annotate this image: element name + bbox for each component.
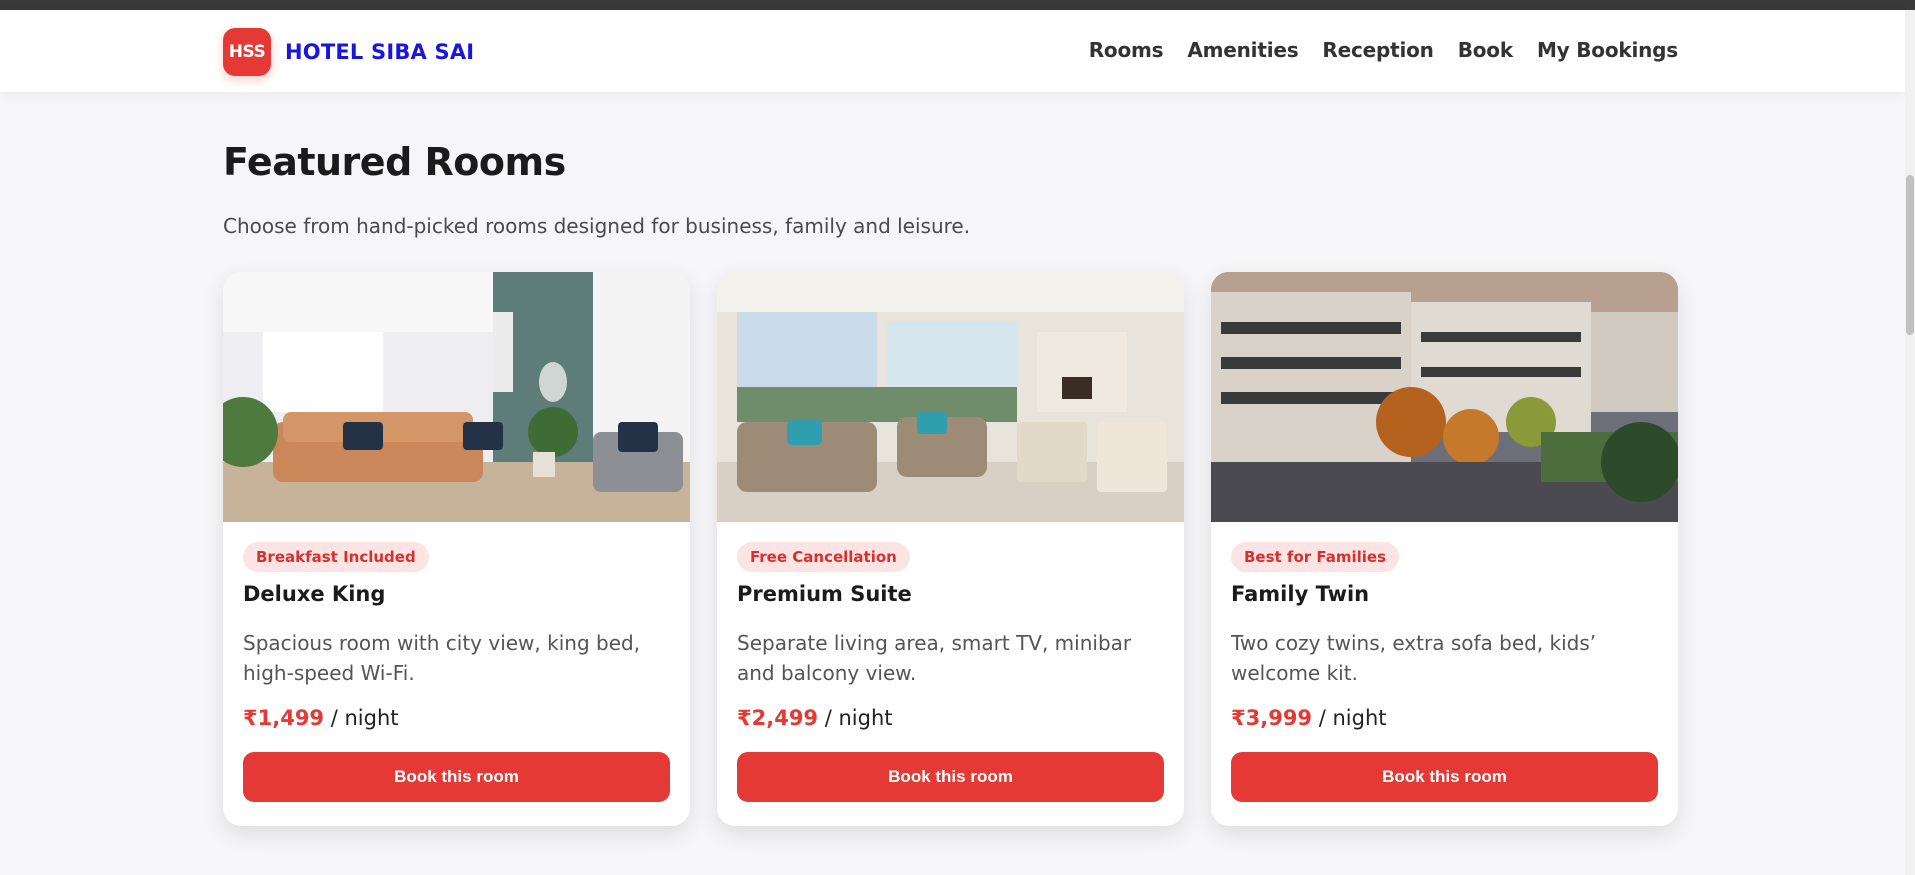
nav-amenities[interactable]: Amenities: [1187, 38, 1298, 62]
book-room-button[interactable]: Book this room: [1231, 752, 1658, 802]
room-card-premium-suite: Free Cancellation Premium Suite Separate…: [717, 272, 1184, 826]
room-badge: Free Cancellation: [737, 542, 910, 572]
price-row: ₹3,999 / night: [1231, 706, 1658, 730]
room-description: Two cozy twins, extra sofa bed, kids’ we…: [1231, 631, 1597, 685]
room-badge: Breakfast Included: [243, 542, 429, 572]
hotel-exterior-photo: [1211, 272, 1678, 522]
price-row: ₹2,499 / night: [737, 706, 1164, 730]
room-cards: Breakfast Included Deluxe King Spacious …: [223, 272, 1678, 826]
price-unit: / night: [824, 706, 893, 730]
room-name: Family Twin: [1231, 582, 1370, 606]
room-description: Spacious room with city view, king bed, …: [243, 631, 641, 685]
nav-my-bookings[interactable]: My Bookings: [1537, 38, 1678, 62]
nav-rooms[interactable]: Rooms: [1089, 38, 1164, 62]
room-description: Separate living area, smart TV, minibar …: [737, 631, 1132, 685]
room-photo-suite: [717, 272, 1184, 522]
nav-reception[interactable]: Reception: [1322, 38, 1433, 62]
navbar: HSS HOTEL SIBA SAI Rooms Amenities Recep…: [0, 10, 1905, 92]
price-unit: / night: [330, 706, 399, 730]
book-room-button[interactable]: Book this room: [737, 752, 1164, 802]
room-name: Deluxe King: [243, 582, 386, 606]
brand-name: HOTEL SIBA SAI: [285, 40, 475, 64]
room-price: ₹2,499: [737, 706, 819, 730]
book-room-button[interactable]: Book this room: [243, 752, 670, 802]
room-card-deluxe-king: Breakfast Included Deluxe King Spacious …: [223, 272, 690, 826]
room-price: ₹3,999: [1231, 706, 1313, 730]
page-scrollbar[interactable]: [1905, 10, 1915, 875]
room-photo-living-room: [223, 272, 690, 522]
scrollbar-thumb[interactable]: [1906, 175, 1914, 335]
room-price: ₹1,499: [243, 706, 325, 730]
main-nav: Rooms Amenities Reception Book My Bookin…: [1089, 38, 1678, 62]
price-unit: / night: [1318, 706, 1387, 730]
featured-rooms-section: Featured Rooms Choose from hand-picked r…: [223, 140, 1679, 238]
brand-logo: HSS: [223, 28, 271, 76]
nav-book[interactable]: Book: [1458, 38, 1513, 62]
room-badge: Best for Families: [1231, 542, 1400, 572]
section-subtitle: Choose from hand-picked rooms designed f…: [223, 214, 971, 238]
price-row: ₹1,499 / night: [243, 706, 670, 730]
room-name: Premium Suite: [737, 582, 912, 606]
browser-top-strip: [0, 0, 1915, 10]
section-title: Featured Rooms: [223, 140, 566, 184]
brand[interactable]: HSS HOTEL SIBA SAI: [223, 28, 474, 76]
room-card-family-twin: Best for Families Family Twin Two cozy t…: [1211, 272, 1678, 826]
